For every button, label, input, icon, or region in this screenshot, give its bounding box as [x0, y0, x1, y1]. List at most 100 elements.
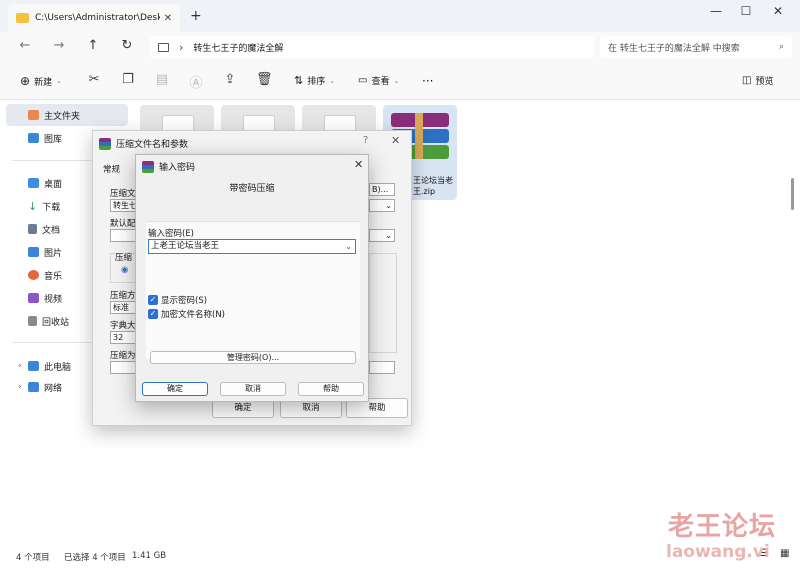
scrollbar[interactable] [791, 178, 794, 210]
tiles-view-icon[interactable]: ▦ [780, 548, 789, 559]
checkbox-checked-icon: ✓ [148, 295, 158, 305]
computer-icon [28, 361, 39, 371]
show-password-checkbox[interactable]: ✓ 显示密码(S) [148, 294, 207, 306]
sidebar-item-label: 桌面 [44, 179, 63, 190]
copy-icon[interactable]: ❐ [120, 72, 136, 87]
sidebar-item-label: 音乐 [44, 271, 63, 282]
checkbox-checked-icon: ✓ [148, 309, 158, 319]
manage-passwords-button[interactable]: 管理密码(O)... [150, 351, 356, 364]
gallery-icon [28, 133, 39, 143]
paste-icon[interactable]: ▤ [154, 72, 170, 87]
dialog-title: 压缩文件名和参数 [116, 140, 189, 150]
sidebar-item-label: 视频 [44, 294, 63, 305]
tab-general[interactable]: 常规 [103, 163, 120, 175]
sidebar-item-label: 网络 [44, 383, 63, 394]
desktop-icon [28, 178, 39, 188]
chevron-down-icon: ⌄ [393, 76, 400, 85]
navigation-bar: ← → ↑ ↻ › 转生七王子的魔法全解 在 转生七王子的魔法全解 中搜索 ⌕ [0, 32, 800, 62]
password-ok-button[interactable]: 确定 [142, 382, 208, 396]
search-icon: ⌕ [778, 42, 784, 52]
cut-icon[interactable]: ✂ [86, 72, 102, 87]
sort-button-label: 排序 [307, 77, 326, 87]
dialog-title-bar: 压缩文件名和参数 [99, 137, 188, 150]
sidebar-item-label: 下载 [42, 202, 61, 213]
options-group [369, 253, 397, 353]
chevron-right-icon: › [179, 40, 184, 54]
chevron-down-icon: ⌄ [385, 231, 392, 240]
update-mode-dropdown[interactable]: ⌄ [369, 229, 395, 242]
chevron-down-icon: ⌄ [329, 76, 336, 85]
title-bar: C:\Users\Administrator\Deskto ✕ + — ☐ ✕ [0, 0, 800, 32]
rename-icon[interactable]: Ⓐ [188, 72, 204, 91]
explorer-tab[interactable]: C:\Users\Administrator\Deskto ✕ [8, 4, 180, 32]
default-profile-label: 默认配 [110, 219, 136, 229]
up-icon[interactable]: ↑ [84, 38, 102, 53]
forward-icon[interactable]: → [50, 38, 68, 53]
view-button-label: 查看 [371, 77, 390, 87]
chevron-right-icon[interactable]: › [18, 361, 22, 371]
password-help-button[interactable]: 帮助 [298, 382, 364, 396]
selected-count: 已选择 4 个项目 [64, 553, 126, 563]
password-cancel-button[interactable]: 取消 [220, 382, 286, 396]
maximize-button[interactable]: ☐ [736, 4, 756, 18]
recycle-bin-icon [28, 316, 37, 326]
breadcrumb[interactable]: 转生七王子的魔法全解 [193, 41, 283, 54]
set-password-field[interactable] [369, 361, 395, 374]
sort-button[interactable]: ⇅ 排序 ⌄ [294, 74, 335, 87]
new-button-label: 新建 [34, 77, 53, 88]
sidebar-item-label: 文档 [42, 225, 61, 236]
computer-icon [158, 42, 169, 52]
close-icon[interactable]: ✕ [354, 158, 363, 171]
video-icon [28, 293, 39, 303]
new-button[interactable]: ⊕ 新建 ⌄ [20, 74, 62, 88]
dialog-title-bar: 输入密码 [142, 160, 195, 173]
password-dialog: 输入密码 ✕ 带密码压缩 输入密码(E) 上老王论坛当老王 ⌄ ✓ 显示密码(S… [135, 154, 369, 402]
share-icon[interactable]: ⇪ [222, 72, 238, 87]
sidebar-item-label: 回收站 [42, 317, 70, 328]
close-window-button[interactable]: ✕ [768, 4, 788, 18]
preview-pane-icon: ◫ [742, 75, 752, 86]
tab-close-button[interactable]: ✕ [164, 13, 172, 24]
document-icon [28, 224, 37, 234]
archive-name-dropdown[interactable]: ⌄ [369, 199, 395, 212]
dialog-heading: 带密码压缩 [229, 184, 275, 194]
search-input[interactable]: 在 转生七王子的魔法全解 中搜索 ⌕ [600, 36, 792, 58]
view-button[interactable]: ▭ 查看 ⌄ [358, 74, 399, 87]
more-options-button[interactable]: ··· [422, 74, 433, 88]
archive-name-label: 压缩文 [110, 189, 136, 199]
chevron-right-icon[interactable]: › [18, 382, 22, 392]
folder-icon [16, 13, 29, 23]
help-icon[interactable]: ? [363, 135, 368, 146]
tab-title: C:\Users\Administrator\Deskto [35, 13, 160, 23]
home-icon [28, 110, 39, 120]
preview-button[interactable]: ◫ 预览 [742, 74, 773, 87]
watermark-url: laowang.vi [666, 542, 770, 562]
chevron-down-icon: ⌄ [56, 77, 62, 85]
encrypt-names-checkbox[interactable]: ✓ 加密文件名称(N) [148, 308, 225, 320]
browse-button[interactable]: B)... [369, 183, 395, 196]
file-name: 王论坛当老王.zip [413, 176, 453, 196]
music-icon [28, 270, 39, 280]
new-tab-button[interactable]: + [190, 8, 202, 24]
chevron-down-icon: ⌄ [385, 201, 392, 210]
back-icon[interactable]: ← [16, 38, 34, 53]
close-icon[interactable]: ✕ [391, 134, 400, 147]
delete-icon[interactable]: 🗑 [256, 72, 273, 87]
sort-icon: ⇅ [294, 74, 304, 87]
winrar-icon [142, 160, 154, 173]
password-input[interactable]: 上老王论坛当老王 ⌄ [148, 239, 356, 254]
sidebar-item-label: 图片 [44, 248, 63, 259]
sidebar-item-home[interactable]: 主文件夹 [6, 104, 128, 126]
search-placeholder: 在 转生七王子的魔法全解 中搜索 [608, 43, 740, 54]
format-radio[interactable]: ◉ [121, 265, 128, 275]
winrar-icon [99, 137, 111, 150]
address-bar[interactable]: › 转生七王子的魔法全解 [150, 36, 594, 58]
chevron-down-icon[interactable]: ⌄ [345, 240, 352, 253]
preview-button-label: 预览 [755, 77, 774, 87]
refresh-icon[interactable]: ↻ [118, 38, 136, 53]
network-icon [28, 382, 39, 392]
sidebar-item-label: 图库 [44, 134, 63, 145]
watermark-title: 老王论坛 [668, 512, 777, 542]
download-icon: ↓ [28, 199, 38, 213]
minimize-button[interactable]: — [706, 4, 726, 18]
